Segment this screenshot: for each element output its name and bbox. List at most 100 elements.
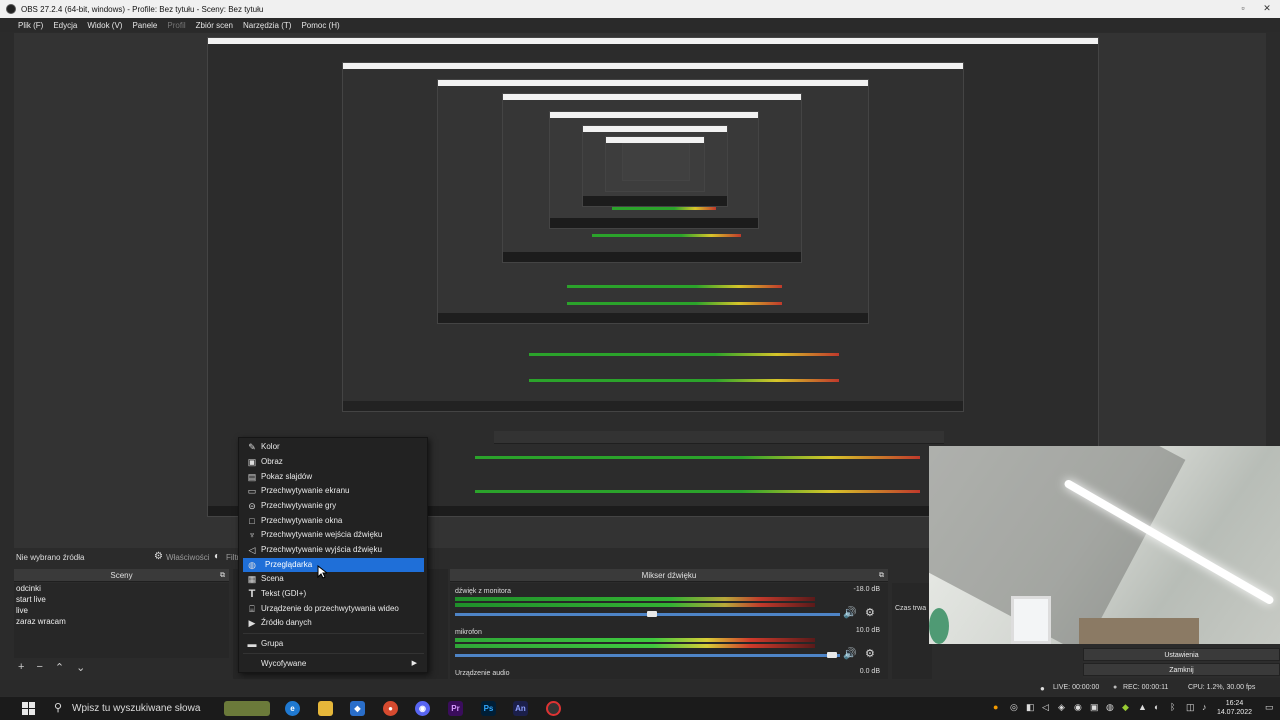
menu-separator [243, 633, 424, 634]
menu-profile[interactable]: Profil [167, 21, 185, 30]
submenu-arrow-icon: ▶ [411, 660, 417, 667]
scene-item[interactable]: odcinki [14, 583, 229, 594]
menu-item-scene[interactable]: ▦ Scena [239, 572, 425, 586]
no-source-label: Nie wybrano źródła [16, 553, 85, 562]
move-up-icon[interactable]: ⌃ [55, 661, 64, 674]
nested-transitions-header [824, 431, 944, 444]
menu-item-group[interactable]: ▬ Grupa [239, 637, 425, 651]
speaker-icon[interactable]: 🔊 [843, 606, 857, 619]
edge-icon[interactable]: e [285, 701, 300, 716]
menu-view[interactable]: Widok (V) [87, 21, 122, 30]
track-name: mikrofon [455, 629, 482, 636]
menu-item-audio-input[interactable]: ♆ Przechwytywanie wejścia dźwięku [239, 528, 425, 542]
menu-file[interactable]: Plik (F) [18, 21, 43, 30]
audio-meter [455, 597, 815, 601]
notifications-icon[interactable]: ▭ [1265, 702, 1274, 713]
slideshow-icon: ▤ [247, 472, 257, 482]
dock-float-icon[interactable]: ⧉ [879, 569, 884, 582]
mouse-cursor-icon [317, 565, 327, 579]
windows-start-icon[interactable] [22, 702, 35, 715]
tray-app-icon[interactable]: ◍ [1106, 702, 1114, 713]
tray-app-icon[interactable]: ◧ [1026, 702, 1035, 713]
menu-item-deprecated[interactable]: Wycofywane ▶ [239, 657, 425, 671]
tray-app-icon[interactable]: ◐ [1154, 702, 1159, 712]
live-timer: LIVE: 00:00:00 [1053, 684, 1100, 691]
premiere-icon[interactable]: Pr [448, 701, 463, 716]
speaker-icon[interactable]: 🔊 [843, 647, 857, 660]
volume-slider[interactable] [455, 654, 840, 657]
tray-app-icon[interactable]: ▣ [1090, 702, 1099, 713]
menu-item-video-capture[interactable]: ⌸ Urządzenie do przechwytywania wideo [239, 602, 425, 616]
discord-icon[interactable]: ◉ [415, 701, 430, 716]
menu-item-image[interactable]: ▣ Obraz [239, 455, 425, 469]
app-icon[interactable]: ◆ [350, 701, 365, 716]
obs-taskbar-icon[interactable] [546, 701, 561, 716]
menu-item-audio-output[interactable]: ◁ Przechwytywanie wyjścia dźwięku [239, 543, 425, 557]
network-icon[interactable]: ◫ [1186, 702, 1195, 713]
news-widget-icon[interactable] [224, 701, 270, 716]
tray-app-icon[interactable]: ● [993, 702, 998, 712]
menu-docks[interactable]: Panele [132, 21, 157, 30]
settings-button[interactable]: Ustawienia [1083, 648, 1280, 661]
audio-meter [455, 638, 815, 642]
mixer-title: Mikser dźwięku [641, 571, 697, 580]
scene-item[interactable]: live [14, 605, 229, 616]
menu-item-window-capture[interactable]: □ Przechwytywanie okna [239, 514, 425, 528]
track-name: Urządzenie audio [455, 670, 510, 677]
track-db: 0.0 dB [859, 668, 880, 675]
filters-icon[interactable]: ◐ [214, 551, 220, 562]
menu-item-game-capture[interactable]: ⊝ Przechwytywanie gry [239, 499, 425, 513]
chrome-icon[interactable]: ● [383, 701, 398, 716]
gear-icon[interactable]: ⚙ [865, 647, 875, 660]
file-explorer-icon[interactable] [318, 701, 333, 716]
remove-scene-icon[interactable]: − [36, 661, 42, 674]
properties-button[interactable]: Właściwości [166, 553, 210, 562]
mixer-track-desktop: dźwięk z monitora -18.0 dB 🔊 ⚙ [455, 586, 880, 626]
tray-app-icon[interactable]: ◆ [1122, 702, 1129, 713]
menu-edit[interactable]: Edycja [53, 21, 77, 30]
volume-tray-icon[interactable]: ◁ [1042, 702, 1049, 713]
photoshop-icon[interactable]: Ps [481, 701, 496, 716]
speaker-tray-icon[interactable]: ♪ [1202, 702, 1207, 712]
scenes-list: odcinki start live live zaraz wracam [14, 583, 229, 658]
menu-item-display-capture[interactable]: ▭ Przechwytywanie ekranu [239, 484, 425, 498]
status-bar: ● LIVE: 00:00:00 ● REC: 00:00:11 CPU: 1.… [0, 680, 1280, 696]
dock-float-icon[interactable]: ⧉ [220, 569, 225, 582]
restore-icon[interactable]: ▫ [1238, 3, 1248, 13]
taskbar-search[interactable]: ⚲ Wpisz tu wyszukiwane słowa [46, 697, 221, 720]
menu-scene-collection[interactable]: Zbiór scen [196, 21, 233, 30]
play-icon: ▶ [248, 618, 256, 628]
volume-knob[interactable] [827, 652, 837, 658]
menu-tools[interactable]: Narzędzia (T) [243, 21, 291, 30]
menu-item-browser[interactable]: ◍ Przeglądarka [243, 558, 424, 572]
tray-app-icon[interactable]: ◎ [1010, 702, 1018, 713]
add-scene-icon[interactable]: + [18, 661, 24, 674]
search-placeholder: Wpisz tu wyszukiwane słowa [72, 703, 201, 714]
bluetooth-icon[interactable]: ᛒ [1170, 702, 1175, 712]
properties-gear-icon[interactable]: ⚙ [154, 551, 163, 562]
rec-dot-icon: ● [1113, 684, 1118, 691]
menu-item-slideshow[interactable]: ▤ Pokaz slajdów [239, 470, 425, 484]
taskbar-clock[interactable]: 16:24 14.07.2022 [1217, 699, 1252, 717]
menu-item-text[interactable]: T Tekst (GDI+) [239, 587, 425, 601]
scenes-title: Sceny [110, 571, 133, 580]
exit-button[interactable]: Zamknij [1083, 663, 1280, 676]
menu-help[interactable]: Pomoc (H) [301, 21, 339, 30]
scene-item[interactable]: start live [14, 594, 229, 605]
windows-taskbar: ⚲ Wpisz tu wyszukiwane słowa e ◆ ● ◉ Pr … [0, 697, 1280, 720]
tray-app-icon[interactable]: ▲ [1138, 702, 1147, 712]
track-db: -18.0 dB [853, 586, 880, 593]
menu-item-color[interactable]: ✎ Kolor [239, 440, 425, 454]
menu-item-media-source[interactable]: ▶ Źródło danych [239, 616, 425, 630]
animate-icon[interactable]: An [513, 701, 528, 716]
tray-app-icon[interactable]: ◉ [1074, 702, 1082, 713]
text-icon: T [248, 588, 256, 600]
move-down-icon[interactable]: ⌄ [76, 661, 85, 674]
gear-icon[interactable]: ⚙ [865, 606, 875, 619]
tray-app-icon[interactable]: ◈ [1058, 702, 1065, 713]
camera-icon: ⌸ [249, 604, 255, 614]
scene-item[interactable]: zaraz wracam [14, 616, 229, 627]
volume-knob[interactable] [647, 611, 657, 617]
close-icon[interactable]: ✕ [1262, 3, 1272, 13]
nested-preview-8 [622, 143, 690, 181]
